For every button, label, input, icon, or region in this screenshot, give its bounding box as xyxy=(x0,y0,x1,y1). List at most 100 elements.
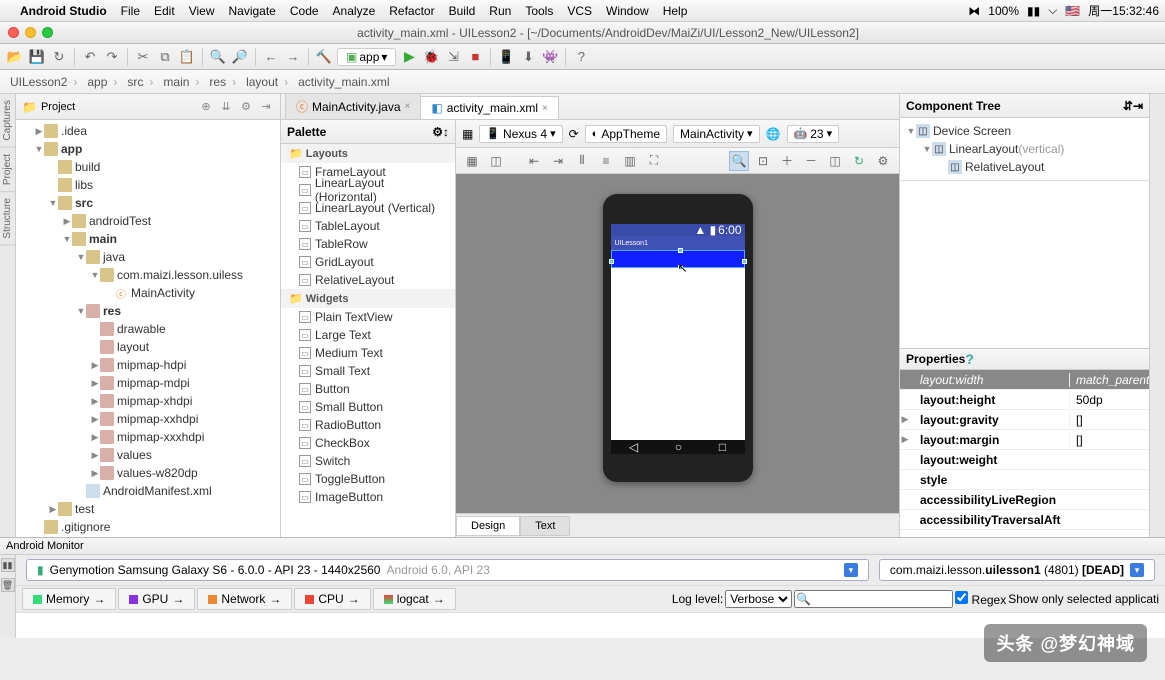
bluetooth-icon[interactable]: ⧓ xyxy=(968,4,980,18)
api-select[interactable]: 🤖 23 ▾ xyxy=(787,125,840,143)
tree-node[interactable]: ▶values-w820dp xyxy=(16,464,280,482)
breadcrumb-item[interactable]: layout xyxy=(242,74,292,90)
tree-node[interactable]: ⓒMainActivity xyxy=(16,284,280,302)
scroll-from-source-icon[interactable]: ⊕ xyxy=(198,99,214,115)
device-select[interactable]: ▮ Genymotion Samsung Galaxy S6 - 6.0.0 -… xyxy=(26,559,869,581)
palette-item[interactable]: ▭Large Text xyxy=(281,326,455,344)
menu-run[interactable]: Run xyxy=(489,4,511,18)
tree-node[interactable]: ▶mipmap-xxhdpi xyxy=(16,410,280,428)
distribute-v-icon[interactable]: ≡ xyxy=(596,151,616,171)
palette-item[interactable]: ▭LinearLayout (Vertical) xyxy=(281,199,455,217)
tree-node[interactable]: ▼main xyxy=(16,230,280,248)
tree-node[interactable]: ▼com.maizi.lesson.uiless xyxy=(16,266,280,284)
menu-navigate[interactable]: Navigate xyxy=(228,4,275,18)
regex-checkbox[interactable]: Regex xyxy=(955,591,1006,607)
tree-node[interactable]: ▶androidTest xyxy=(16,212,280,230)
menu-tools[interactable]: Tools xyxy=(525,4,553,18)
save-icon[interactable]: 💾 xyxy=(28,48,46,66)
property-row[interactable]: accessibilityLiveRegion xyxy=(900,490,1149,510)
tree-node[interactable]: .gitignore xyxy=(16,518,280,536)
text-tab[interactable]: Text xyxy=(520,516,570,536)
device-select[interactable]: 📱 Nexus 4 ▾ xyxy=(479,125,562,143)
hide-panel-icon[interactable]: ⇥ xyxy=(1133,99,1143,113)
refresh-icon[interactable]: ↻ xyxy=(849,151,869,171)
zoom-in-icon[interactable]: ＋ xyxy=(777,151,797,171)
make-icon[interactable]: 🔨 xyxy=(315,48,333,66)
run-config-select[interactable]: ▣app▾ xyxy=(337,48,396,66)
component-node[interactable]: ▼◫Device Screen xyxy=(900,122,1149,140)
zoom-out-icon[interactable]: － xyxy=(801,151,821,171)
open-icon[interactable]: 📂 xyxy=(6,48,24,66)
selected-relativelayout[interactable]: ↖ xyxy=(611,250,745,268)
palette-group[interactable]: 📁 Layouts xyxy=(281,144,455,163)
property-row[interactable]: style xyxy=(900,470,1149,490)
tree-node[interactable]: AndroidManifest.xml xyxy=(16,482,280,500)
tree-node[interactable]: libs xyxy=(16,176,280,194)
find-icon[interactable]: 🔍 xyxy=(209,48,227,66)
menu-view[interactable]: View xyxy=(189,4,215,18)
project-view-title[interactable]: Project xyxy=(41,101,194,113)
tree-node[interactable]: ▶values xyxy=(16,446,280,464)
tree-node[interactable]: ▶mipmap-xxxhdpi xyxy=(16,428,280,446)
breadcrumb-item[interactable]: app xyxy=(83,74,121,90)
property-row[interactable]: ▶layout:margin[] xyxy=(900,430,1149,450)
tree-node[interactable]: layout xyxy=(16,338,280,356)
trash-icon[interactable]: 🗑 xyxy=(1,578,15,592)
palette-group[interactable]: 📁 Widgets xyxy=(281,289,455,308)
tree-node[interactable]: ▶mipmap-xhdpi xyxy=(16,392,280,410)
menu-build[interactable]: Build xyxy=(449,4,476,18)
log-search-input[interactable] xyxy=(794,590,953,608)
gear-icon[interactable]: ⚙ xyxy=(432,125,443,139)
align-right-icon[interactable]: ⇥ xyxy=(548,151,568,171)
palette-item[interactable]: ▭Button xyxy=(281,380,455,398)
menu-help[interactable]: Help xyxy=(663,4,688,18)
tree-node[interactable]: ▼res xyxy=(16,302,280,320)
run-button[interactable]: ▶ xyxy=(400,48,418,66)
property-row[interactable]: layout:height50dp xyxy=(900,390,1149,410)
expand-icon[interactable]: ⇵ xyxy=(1123,99,1133,113)
palette-item[interactable]: ▭LinearLayout (Horizontal) xyxy=(281,181,455,199)
menu-edit[interactable]: Edit xyxy=(154,4,175,18)
locale-icon[interactable]: 🌐 xyxy=(766,127,781,141)
filter-select[interactable]: Show only selected applicati xyxy=(1008,592,1159,606)
debug-button[interactable]: 🐞 xyxy=(422,48,440,66)
sdk-manager-icon[interactable]: ⬇ xyxy=(519,48,537,66)
tree-node[interactable]: ▼src xyxy=(16,194,280,212)
process-select[interactable]: com.maizi.lesson.uilesson1 (4801) [DEAD]… xyxy=(879,559,1155,581)
orientation-icon[interactable]: ⟳ xyxy=(569,127,579,141)
android-monitor-icon[interactable]: 👾 xyxy=(541,48,559,66)
palette-item[interactable]: ▭Switch xyxy=(281,452,455,470)
pack-icon[interactable]: ▥ xyxy=(620,151,640,171)
breadcrumb-item[interactable]: main xyxy=(159,74,203,90)
loglevel-select[interactable]: Verbose xyxy=(725,590,792,608)
theme-select[interactable]: ◐ AppTheme xyxy=(585,125,667,143)
close-tab-icon[interactable]: × xyxy=(542,103,548,114)
menu-refactor[interactable]: Refactor xyxy=(389,4,434,18)
replace-icon[interactable]: 🔎 xyxy=(231,48,249,66)
tab-activity-main-xml[interactable]: ◧activity_main.xml× xyxy=(420,96,559,119)
tree-node[interactable]: drawable xyxy=(16,320,280,338)
menu-analyze[interactable]: Analyze xyxy=(333,4,376,18)
tab-main-activity[interactable]: ⓒMainActivity.java× xyxy=(285,93,421,119)
wifi-icon[interactable]: ⌵ xyxy=(1048,3,1057,18)
sync-icon[interactable]: ↻ xyxy=(50,48,68,66)
tree-node[interactable]: ▶test xyxy=(16,500,280,518)
palette-item[interactable]: ▭Medium Text xyxy=(281,344,455,362)
cut-icon[interactable]: ✂ xyxy=(134,48,152,66)
redo-icon[interactable]: ↷ xyxy=(103,48,121,66)
minimize-window-button[interactable] xyxy=(25,27,36,38)
breadcrumb-item[interactable]: activity_main.xml xyxy=(294,74,399,90)
tree-node[interactable]: ▶.idea xyxy=(16,122,280,140)
palette-item[interactable]: ▭RadioButton xyxy=(281,416,455,434)
project-tab[interactable]: Project xyxy=(0,148,15,192)
sort-icon[interactable]: ↕ xyxy=(443,125,449,139)
captures-tab[interactable]: Captures xyxy=(0,94,15,148)
breadcrumb-item[interactable]: res xyxy=(205,74,240,90)
settings-icon[interactable]: ⚙ xyxy=(873,151,893,171)
palette-item[interactable]: ▭ImageButton xyxy=(281,488,455,506)
palette-item[interactable]: ▭ToggleButton xyxy=(281,470,455,488)
close-window-button[interactable] xyxy=(8,27,19,38)
tree-node[interactable]: ▼java xyxy=(16,248,280,266)
forward-icon[interactable]: → xyxy=(284,48,302,66)
palette-item[interactable]: ▭Small Button xyxy=(281,398,455,416)
